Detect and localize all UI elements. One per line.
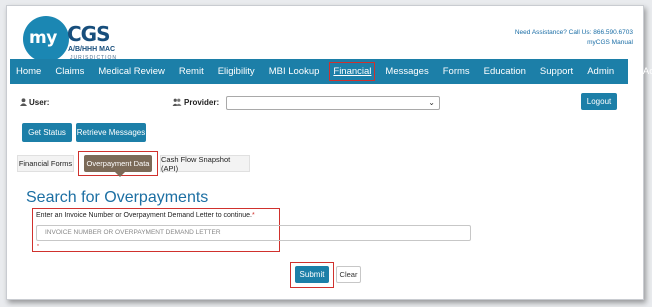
tab-overpayment-data[interactable]: Overpayment Data [84, 155, 152, 172]
page-title: Search for Overpayments [26, 189, 209, 206]
user-icon [20, 98, 27, 106]
logo-badge: my [23, 16, 69, 62]
nav-my-account[interactable]: My Account [628, 66, 652, 77]
tab-financial-forms[interactable]: Financial Forms [17, 155, 74, 172]
provider-select[interactable]: ⌄ [226, 96, 440, 110]
logout-button[interactable]: Logout [581, 93, 617, 110]
invoice-field-label: Enter an Invoice Number or Overpayment D… [36, 212, 255, 219]
active-tab-caret [115, 172, 125, 177]
nav-remit[interactable]: Remit [179, 66, 204, 77]
provider-label: Provider: [184, 98, 220, 107]
clear-button[interactable]: Clear [336, 266, 361, 283]
nav-forms[interactable]: Forms [443, 66, 470, 77]
nav-messages[interactable]: Messages [385, 66, 428, 77]
mycgs-logo[interactable]: my CGS A/B/HHH MAC JURISDICTION 15 [23, 16, 123, 67]
nav-support[interactable]: Support [540, 66, 573, 77]
main-nav: Home Claims Medical Review Remit Eligibi… [10, 59, 652, 84]
nav-education[interactable]: Education [484, 66, 526, 77]
logo-cgs-text: CGS [67, 22, 110, 46]
nav-medical-review[interactable]: Medical Review [98, 66, 165, 77]
assistance-link[interactable]: Need Assistance? Call Us: 866.590.6703 [515, 28, 633, 38]
provider-field: Provider: [172, 98, 219, 107]
required-marker: * [251, 212, 255, 219]
retrieve-messages-button[interactable]: Retrieve Messages [76, 123, 146, 142]
get-status-button[interactable]: Get Status [22, 123, 72, 142]
field-error-mark: * [37, 244, 39, 250]
provider-icon [172, 98, 182, 106]
user-label: User: [29, 98, 50, 107]
nav-mbi-lookup[interactable]: MBI Lookup [269, 66, 320, 77]
chevron-down-icon: ⌄ [428, 98, 435, 107]
nav-claims[interactable]: Claims [55, 66, 84, 77]
manual-link[interactable]: myCGS Manual [515, 38, 633, 48]
submit-button[interactable]: Submit [295, 266, 329, 283]
logo-my-text: my [29, 28, 57, 48]
help-block: Need Assistance? Call Us: 866.590.6703 m… [515, 28, 633, 48]
nav-admin[interactable]: Admin [587, 66, 614, 77]
nav-eligibility[interactable]: Eligibility [218, 66, 255, 77]
logo-jurisdiction: A/B/HHH MAC [68, 46, 116, 53]
nav-financial[interactable]: Financial [329, 62, 376, 81]
invoice-label-text: Enter an Invoice Number or Overpayment D… [36, 212, 252, 219]
user-field: User: [20, 98, 49, 107]
nav-home[interactable]: Home [16, 66, 41, 77]
invoice-input[interactable]: INVOICE NUMBER OR OVERPAYMENT DEMAND LET… [36, 225, 471, 241]
tab-cash-flow-snapshot[interactable]: Cash Flow Snapshot (API) [160, 155, 250, 173]
